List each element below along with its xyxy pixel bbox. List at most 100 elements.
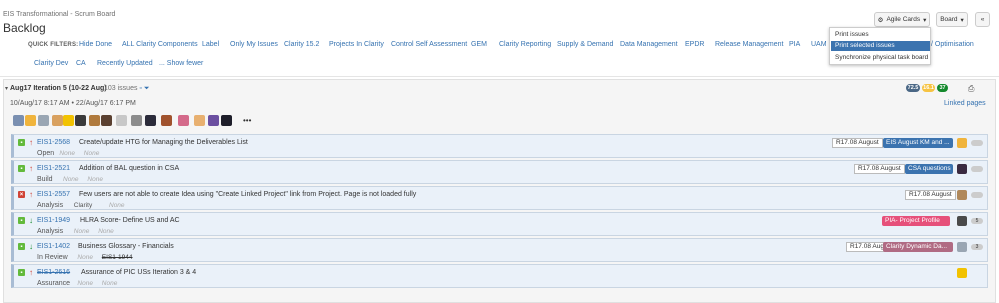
issue-key[interactable]: EIS1-2557 bbox=[37, 191, 70, 198]
avatar[interactable] bbox=[161, 115, 172, 126]
quick-filter[interactable]: Data Management bbox=[620, 41, 678, 48]
epic-label[interactable]: EIS August KM and ... bbox=[883, 138, 953, 148]
issue-key[interactable]: EIS1-2521 bbox=[37, 165, 70, 172]
agile-cards-menu: Print issues Print selected issues Synch… bbox=[829, 27, 931, 65]
avatar[interactable] bbox=[101, 115, 112, 126]
badge-inprogress-value: 16.1 bbox=[923, 85, 934, 91]
quick-filter[interactable]: / Optimisation bbox=[931, 41, 974, 48]
quick-filter[interactable]: Label bbox=[202, 41, 219, 48]
avatar[interactable] bbox=[116, 115, 127, 126]
issue-key[interactable]: EIS1-2568 bbox=[37, 139, 70, 146]
avatar[interactable] bbox=[25, 115, 36, 126]
story-type-icon: ▪ bbox=[18, 243, 25, 250]
assignee-avatar[interactable] bbox=[957, 164, 967, 174]
bug-type-icon: × bbox=[18, 191, 25, 198]
story-type-icon: ▪ bbox=[18, 139, 25, 146]
avatar[interactable] bbox=[194, 115, 205, 126]
avatar[interactable] bbox=[221, 115, 232, 126]
quick-filter[interactable]: Clarity Dev bbox=[34, 60, 68, 67]
issue-status: Build bbox=[37, 176, 53, 183]
quick-filter[interactable]: GEM bbox=[471, 41, 487, 48]
priority-high-icon: ↑ bbox=[29, 268, 33, 277]
agile-cards-button[interactable]: ⚙ Agile Cards ▾ bbox=[874, 12, 930, 27]
quick-filter[interactable]: Hide Done bbox=[79, 41, 112, 48]
board-button[interactable]: Board ▾ bbox=[936, 12, 968, 27]
breadcrumb[interactable]: EIS Transformational - Scrum Board bbox=[3, 11, 115, 18]
avatar[interactable] bbox=[75, 115, 86, 126]
avatar[interactable] bbox=[131, 115, 142, 126]
badge-done: 37 bbox=[937, 84, 948, 92]
epic-label[interactable]: Clarity Dynamic Da... bbox=[883, 242, 953, 252]
issue-summary: HLRA Score- Define US and AC bbox=[80, 217, 180, 224]
issue-status: In Review bbox=[37, 254, 68, 261]
assignee-avatar[interactable] bbox=[957, 242, 967, 252]
issue-key[interactable]: EIS1-1402 bbox=[37, 243, 70, 250]
issue-row[interactable]: ▪ ↑ EIS1-2616 Assurance of PIC USs Iteratio… bbox=[11, 264, 988, 288]
quick-filter[interactable]: ALL Clarity Components bbox=[122, 41, 198, 48]
sprint-edit-icon[interactable]: ▫ bbox=[139, 85, 141, 92]
badge-inprogress: 16.1 bbox=[922, 84, 935, 92]
assignee-avatar[interactable] bbox=[957, 216, 967, 226]
issue-key[interactable]: EIS1-1949 bbox=[37, 217, 70, 224]
quick-filter[interactable]: UAM bbox=[811, 41, 827, 48]
quick-filter[interactable]: Supply & Demand bbox=[557, 41, 613, 48]
avatar[interactable] bbox=[52, 115, 63, 126]
avatar[interactable] bbox=[89, 115, 100, 126]
menu-item-print-issues[interactable]: Print issues bbox=[831, 30, 930, 40]
badge-todo: 72.5 bbox=[906, 84, 920, 92]
estimate-badge: 5 bbox=[971, 218, 983, 224]
issue-summary: Addition of BAL question in CSA bbox=[79, 165, 180, 172]
printer-icon[interactable]: ⎙ bbox=[968, 84, 974, 94]
issue-status: Open bbox=[37, 150, 55, 157]
avatar[interactable] bbox=[208, 115, 219, 126]
avatar[interactable] bbox=[38, 115, 49, 126]
quick-filters-label: QUICK FILTERS: bbox=[28, 42, 79, 48]
show-fewer-link[interactable]: ... Show fewer bbox=[159, 60, 203, 67]
backlog-page: EIS Transformational - Scrum Board Backl… bbox=[0, 0, 999, 303]
issue-row[interactable]: ▪ ↓ EIS1-1402 Business Glossary - Financial… bbox=[11, 238, 988, 262]
priority-high-icon: ↑ bbox=[29, 138, 33, 147]
epic-label[interactable]: CSA questions bbox=[905, 164, 953, 174]
quick-filter[interactable]: EPDR bbox=[685, 41, 704, 48]
quick-filter[interactable]: Clarity Reporting bbox=[499, 41, 551, 48]
assignee-avatar[interactable] bbox=[957, 138, 967, 148]
issue-row[interactable]: ▪ ↑ EIS1-2521 Addition of BAL question in C… bbox=[11, 160, 988, 184]
issue-row[interactable]: ▪ ↑ EIS1-2568 Create/update HTG for Managin… bbox=[11, 134, 988, 158]
page-title: Backlog bbox=[3, 21, 46, 35]
more-avatars-icon[interactable]: ••• bbox=[243, 116, 251, 125]
avatar[interactable] bbox=[63, 115, 74, 126]
linked-pages-link[interactable]: Linked pages bbox=[944, 100, 986, 107]
fix-version-label: R17.08 August bbox=[832, 138, 883, 148]
quick-filter[interactable]: Recently Updated bbox=[97, 60, 153, 67]
agile-cards-icon: ⚙ bbox=[877, 16, 884, 24]
collapse-button[interactable]: « bbox=[975, 12, 990, 27]
avatar[interactable] bbox=[145, 115, 156, 126]
estimate-badge bbox=[971, 192, 983, 198]
badge-todo-value: 72.5 bbox=[907, 85, 919, 91]
quick-filter[interactable]: Projects In Clarity bbox=[329, 41, 384, 48]
assignee-avatar[interactable] bbox=[957, 190, 967, 200]
priority-high-icon: ↑ bbox=[29, 190, 33, 199]
quick-filter[interactable]: Clarity 15.2 bbox=[284, 41, 319, 48]
avatar[interactable] bbox=[13, 115, 24, 126]
menu-item-print-selected[interactable]: Print selected issues bbox=[831, 41, 930, 51]
issue-component: None bbox=[77, 254, 93, 261]
avatar[interactable] bbox=[178, 115, 189, 126]
filter-icon[interactable]: ⏷ bbox=[144, 85, 150, 92]
quick-filter[interactable]: CA bbox=[76, 60, 86, 67]
issue-row[interactable]: × ↑ EIS1-2557 Few users are not able to cre… bbox=[11, 186, 988, 210]
issue-link: None bbox=[101, 280, 118, 287]
quick-filter[interactable]: Control Self Assessment bbox=[391, 41, 467, 48]
board-label: Board bbox=[940, 16, 958, 23]
menu-item-sync-board[interactable]: Synchronize physical task board bbox=[831, 53, 930, 63]
issue-key[interactable]: EIS1-2616 bbox=[37, 269, 70, 276]
collapse-caret-icon[interactable]: ▾ bbox=[5, 85, 8, 92]
quick-filter[interactable]: PIA bbox=[789, 41, 800, 48]
quick-filter[interactable]: Release Management bbox=[715, 41, 784, 48]
issue-row[interactable]: ▪ ↓ EIS1-1949 HLRA Score- Define US and AC A… bbox=[11, 212, 988, 236]
quick-filter[interactable]: Only My Issues bbox=[230, 41, 278, 48]
assignee-avatar[interactable] bbox=[957, 268, 967, 278]
epic-label[interactable]: PIA- Project Profile bbox=[882, 216, 950, 226]
divider bbox=[0, 76, 999, 77]
issue-summary: Business Glossary - Financials bbox=[78, 243, 174, 250]
